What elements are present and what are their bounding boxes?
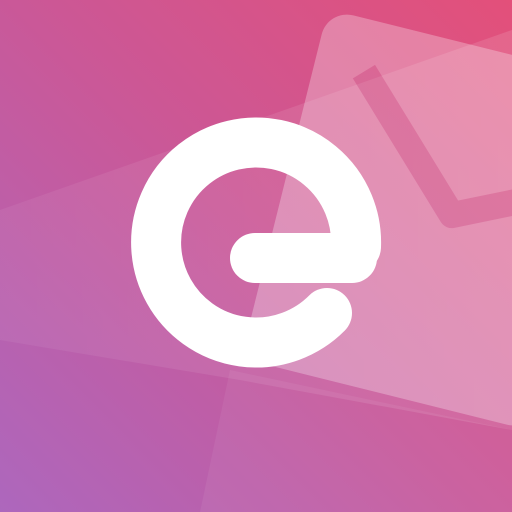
app-icon: [0, 0, 512, 512]
app-icon-artwork: [0, 0, 512, 512]
